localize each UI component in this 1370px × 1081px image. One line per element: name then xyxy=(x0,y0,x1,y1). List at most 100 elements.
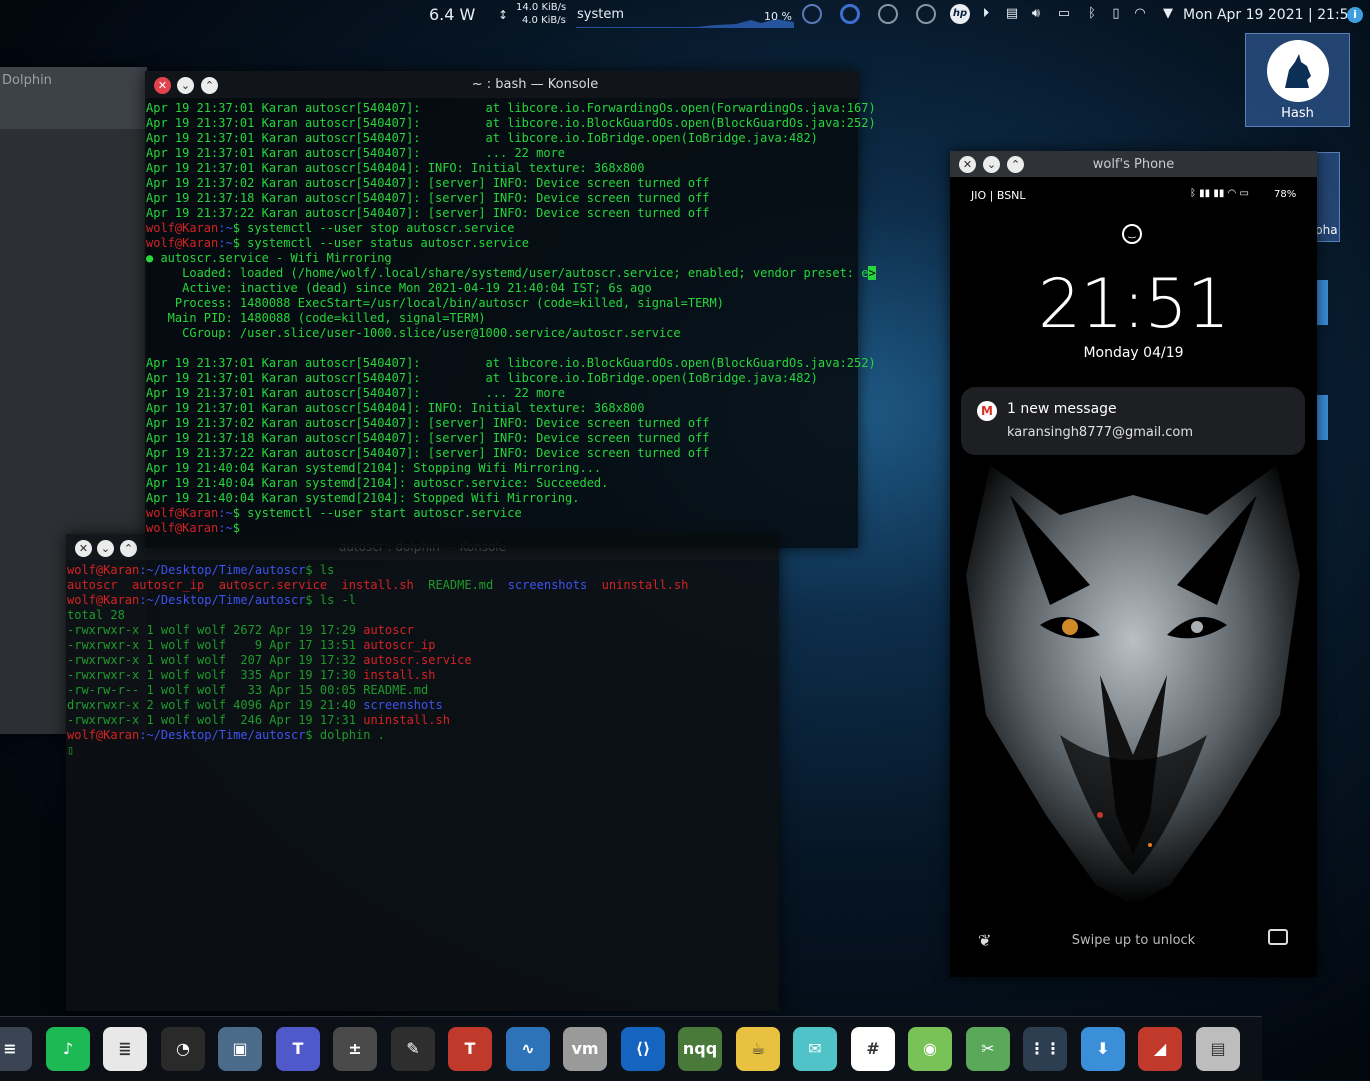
dock-app-spotify[interactable]: ♪ xyxy=(46,1027,90,1071)
terminal-text: wolf@Karan xyxy=(67,593,140,607)
terminal-text: $ systemctl --user start autoscr.service xyxy=(232,506,522,520)
dock-app-virtualbox[interactable]: vm xyxy=(563,1027,607,1071)
battery-icon[interactable]: ▭ xyxy=(1054,6,1074,22)
dock-app-slack[interactable]: # xyxy=(851,1027,895,1071)
hp-icon[interactable]: hp xyxy=(950,4,970,24)
terminal-text: $ systemctl --user status autoscr.servic… xyxy=(232,236,529,250)
nqq-icon: nqq xyxy=(682,1039,718,1058)
desktop-icon-partial-label: pha xyxy=(1315,223,1338,237)
wolf-silhouette xyxy=(1285,54,1311,88)
dock-app-mail[interactable]: ✉ xyxy=(793,1027,837,1071)
terminal-line: CGroup: /user.slice/user-1000.slice/user… xyxy=(146,326,876,341)
terminal-line: Loaded: loaded (/home/wolf/.local/share/… xyxy=(146,266,876,281)
terminal-text: autoscr_ip xyxy=(363,638,436,652)
dolphin-titlebar[interactable]: Dolphin xyxy=(0,67,147,129)
konsole-main-title: ~ : bash — Konsole xyxy=(471,77,599,92)
terminal-text: drwxrwxr-x 2 wolf wolf 4096 Apr 19 21:40 xyxy=(67,698,364,712)
swap-ring-icon[interactable] xyxy=(878,4,898,24)
terminal-line: Apr 19 21:40:04 Karan systemd[2104]: Sto… xyxy=(146,461,876,476)
phone-titlebar[interactable]: ✕ ⌄ ⌃ wolf's Phone xyxy=(950,151,1317,177)
konsole-window-main[interactable]: ✕ ⌄ ⌃ ~ : bash — Konsole Apr 19 21:37:01… xyxy=(145,71,876,548)
dock-app-timeshift[interactable]: ◔ xyxy=(161,1027,205,1071)
clipboard-icon[interactable]: ▤ xyxy=(1004,6,1020,22)
notification-card[interactable]: M 1 new message karansingh8777@gmail.com xyxy=(961,387,1305,455)
dock-app-settings[interactable]: ≡ xyxy=(0,1027,32,1071)
dock-app-system-monitor[interactable]: ∿ xyxy=(506,1027,550,1071)
terminal-line: Apr 19 21:37:22 Karan autoscr[540407]: [… xyxy=(146,206,876,221)
terminal-text: screenshots xyxy=(507,578,588,592)
dock-app-android-studio[interactable]: ◉ xyxy=(908,1027,952,1071)
minimize-window-button[interactable]: ⌄ xyxy=(177,77,194,94)
terminal-line: wolf@Karan:~$ xyxy=(146,521,876,536)
dock-app-vscode[interactable]: ⟨⟩ xyxy=(621,1027,665,1071)
dock-app-notes[interactable]: ✎ xyxy=(391,1027,435,1071)
terminal-line: Apr 19 21:37:01 Karan autoscr[540407]: a… xyxy=(146,101,876,116)
terminal-line: wolf@Karan:~/Desktop/Time/autoscr$ dolph… xyxy=(67,728,688,743)
terminal-text: Main PID: 1480088 (code=killed, signal=T… xyxy=(146,311,486,325)
dock-app-typora[interactable]: T xyxy=(448,1027,492,1071)
archiver-icon: ▤ xyxy=(1210,1039,1226,1058)
kdeconnect-icon[interactable]: ▯ xyxy=(1108,6,1124,22)
net-arrows-icon: ↕ xyxy=(498,8,509,22)
phone-screen[interactable]: JIO | BSNL ᛒ ▮▮ ▮▮ ◠ ▭ 78% ‿ 21:51 Monda… xyxy=(950,177,1317,977)
desktop-icon-hash[interactable]: Hash xyxy=(1245,33,1350,127)
terminal-line xyxy=(146,341,876,356)
notifications-icon[interactable]: i xyxy=(1347,7,1363,23)
konsole-secondary-terminal[interactable]: wolf@Karan :~/Desktop/Time/autoscr $ ls aut… xyxy=(67,563,688,758)
bluetooth-icon[interactable]: ᛒ xyxy=(1084,6,1100,22)
terminal-line: Apr 19 21:37:01 Karan autoscr[540407]: .… xyxy=(146,146,876,161)
dock-app-archiver[interactable]: ▤ xyxy=(1196,1027,1240,1071)
terminal-text: Apr 19 21:37:18 Karan autoscr[540407]: [… xyxy=(146,191,710,205)
terminal-line: total 28 xyxy=(67,608,688,623)
dock-app-genie[interactable]: ☕ xyxy=(736,1027,780,1071)
dock-app-teams[interactable]: T xyxy=(276,1027,320,1071)
terminal-line: wolf@Karan:~$ systemctl --user start aut… xyxy=(146,506,876,521)
konsole-main-titlebar[interactable]: ✕ ⌄ ⌃ ~ : bash — Konsole xyxy=(145,71,858,98)
terminal-line: Apr 19 21:37:01 Karan autoscr[540407]: a… xyxy=(146,356,876,371)
cpu-ring-icon[interactable] xyxy=(802,4,822,24)
dock-app-text-editor[interactable]: ≣ xyxy=(103,1027,147,1071)
terminal-text: -rwxrwxr-x 1 wolf wolf 207 Apr 19 17:32 xyxy=(67,653,364,667)
dock-app-app-grid[interactable]: ⋮⋮ xyxy=(1023,1027,1067,1071)
terminal-text: total 28 xyxy=(67,608,125,622)
konsole-main-terminal[interactable]: Apr 19 21:37:01 Karan autoscr[540407]: a… xyxy=(146,101,876,536)
media-play-icon[interactable]: ⏵ xyxy=(978,6,994,22)
dock-app-downloads[interactable]: ⬇ xyxy=(1081,1027,1125,1071)
dock-app-kdenlive[interactable]: ✂ xyxy=(966,1027,1010,1071)
terminal-text: :~ xyxy=(218,221,233,235)
dock-app-screenshot-tool[interactable]: ▣ xyxy=(218,1027,262,1071)
cpu-graph[interactable]: system 10 % xyxy=(576,2,794,28)
dock-app-kite[interactable]: ◢ xyxy=(1138,1027,1182,1071)
terminal-text: :~/Desktop/Time/autoscr xyxy=(139,728,306,742)
gmail-icon: M xyxy=(977,401,997,421)
terminal-text: $ ls xyxy=(305,563,335,577)
close-window-button[interactable]: ✕ xyxy=(154,77,171,94)
terminal-text: wolf@Karan xyxy=(146,236,219,250)
disk-ring-icon[interactable] xyxy=(916,4,936,24)
dock-app-nqq[interactable]: nqq xyxy=(678,1027,722,1071)
tray-expand-icon[interactable]: ▼ xyxy=(1160,6,1176,22)
terminal-line: -rwxrwxr-x 1 wolf wolf 2672 Apr 19 17:29… xyxy=(67,623,688,638)
konsole-window-secondary[interactable]: ✕ ⌄ ⌃ autoscr : dolphin — Konsole wolf@K… xyxy=(66,534,779,1011)
maximize-window-button[interactable]: ⌃ xyxy=(201,77,218,94)
desktop-folder-icon[interactable] xyxy=(1316,395,1328,440)
terminal-text: wolf@Karan xyxy=(146,521,219,535)
terminal-line: ● autoscr.service - Wifi Mirroring xyxy=(146,251,876,266)
terminal-text: $ ls -l xyxy=(305,593,356,607)
terminal-text: Apr 19 21:40:04 Karan systemd[2104]: Sto… xyxy=(146,461,602,475)
mail-icon: ✉ xyxy=(808,1039,822,1058)
desktop-folder-icon[interactable] xyxy=(1316,280,1328,325)
virtualbox-icon: vm xyxy=(571,1039,599,1058)
camera-icon[interactable] xyxy=(1268,929,1288,945)
terminal-text: wolf@Karan xyxy=(146,506,219,520)
terminal-line: Apr 19 21:37:22 Karan autoscr[540407]: [… xyxy=(146,446,876,461)
terminal-text: $ systemctl --user stop autoscr.service xyxy=(232,221,515,235)
memory-ring-icon[interactable] xyxy=(840,4,860,24)
dock-app-calculator[interactable]: ± xyxy=(333,1027,377,1071)
clock[interactable]: Mon Apr 19 2021 | 21:51 xyxy=(1183,0,1358,30)
top-panel: 6.4 W ↕ 14.0 KiB/s 4.0 KiB/s system 10 %… xyxy=(0,0,1370,30)
volume-icon[interactable]: 🔊︎ xyxy=(1028,6,1044,22)
phone-mirror-window[interactable]: ✕ ⌄ ⌃ wolf's Phone JIO | BSNL ᛒ ▮▮ ▮▮ ◠ … xyxy=(950,151,1317,977)
wifi-icon[interactable]: ◠ xyxy=(1132,6,1148,22)
